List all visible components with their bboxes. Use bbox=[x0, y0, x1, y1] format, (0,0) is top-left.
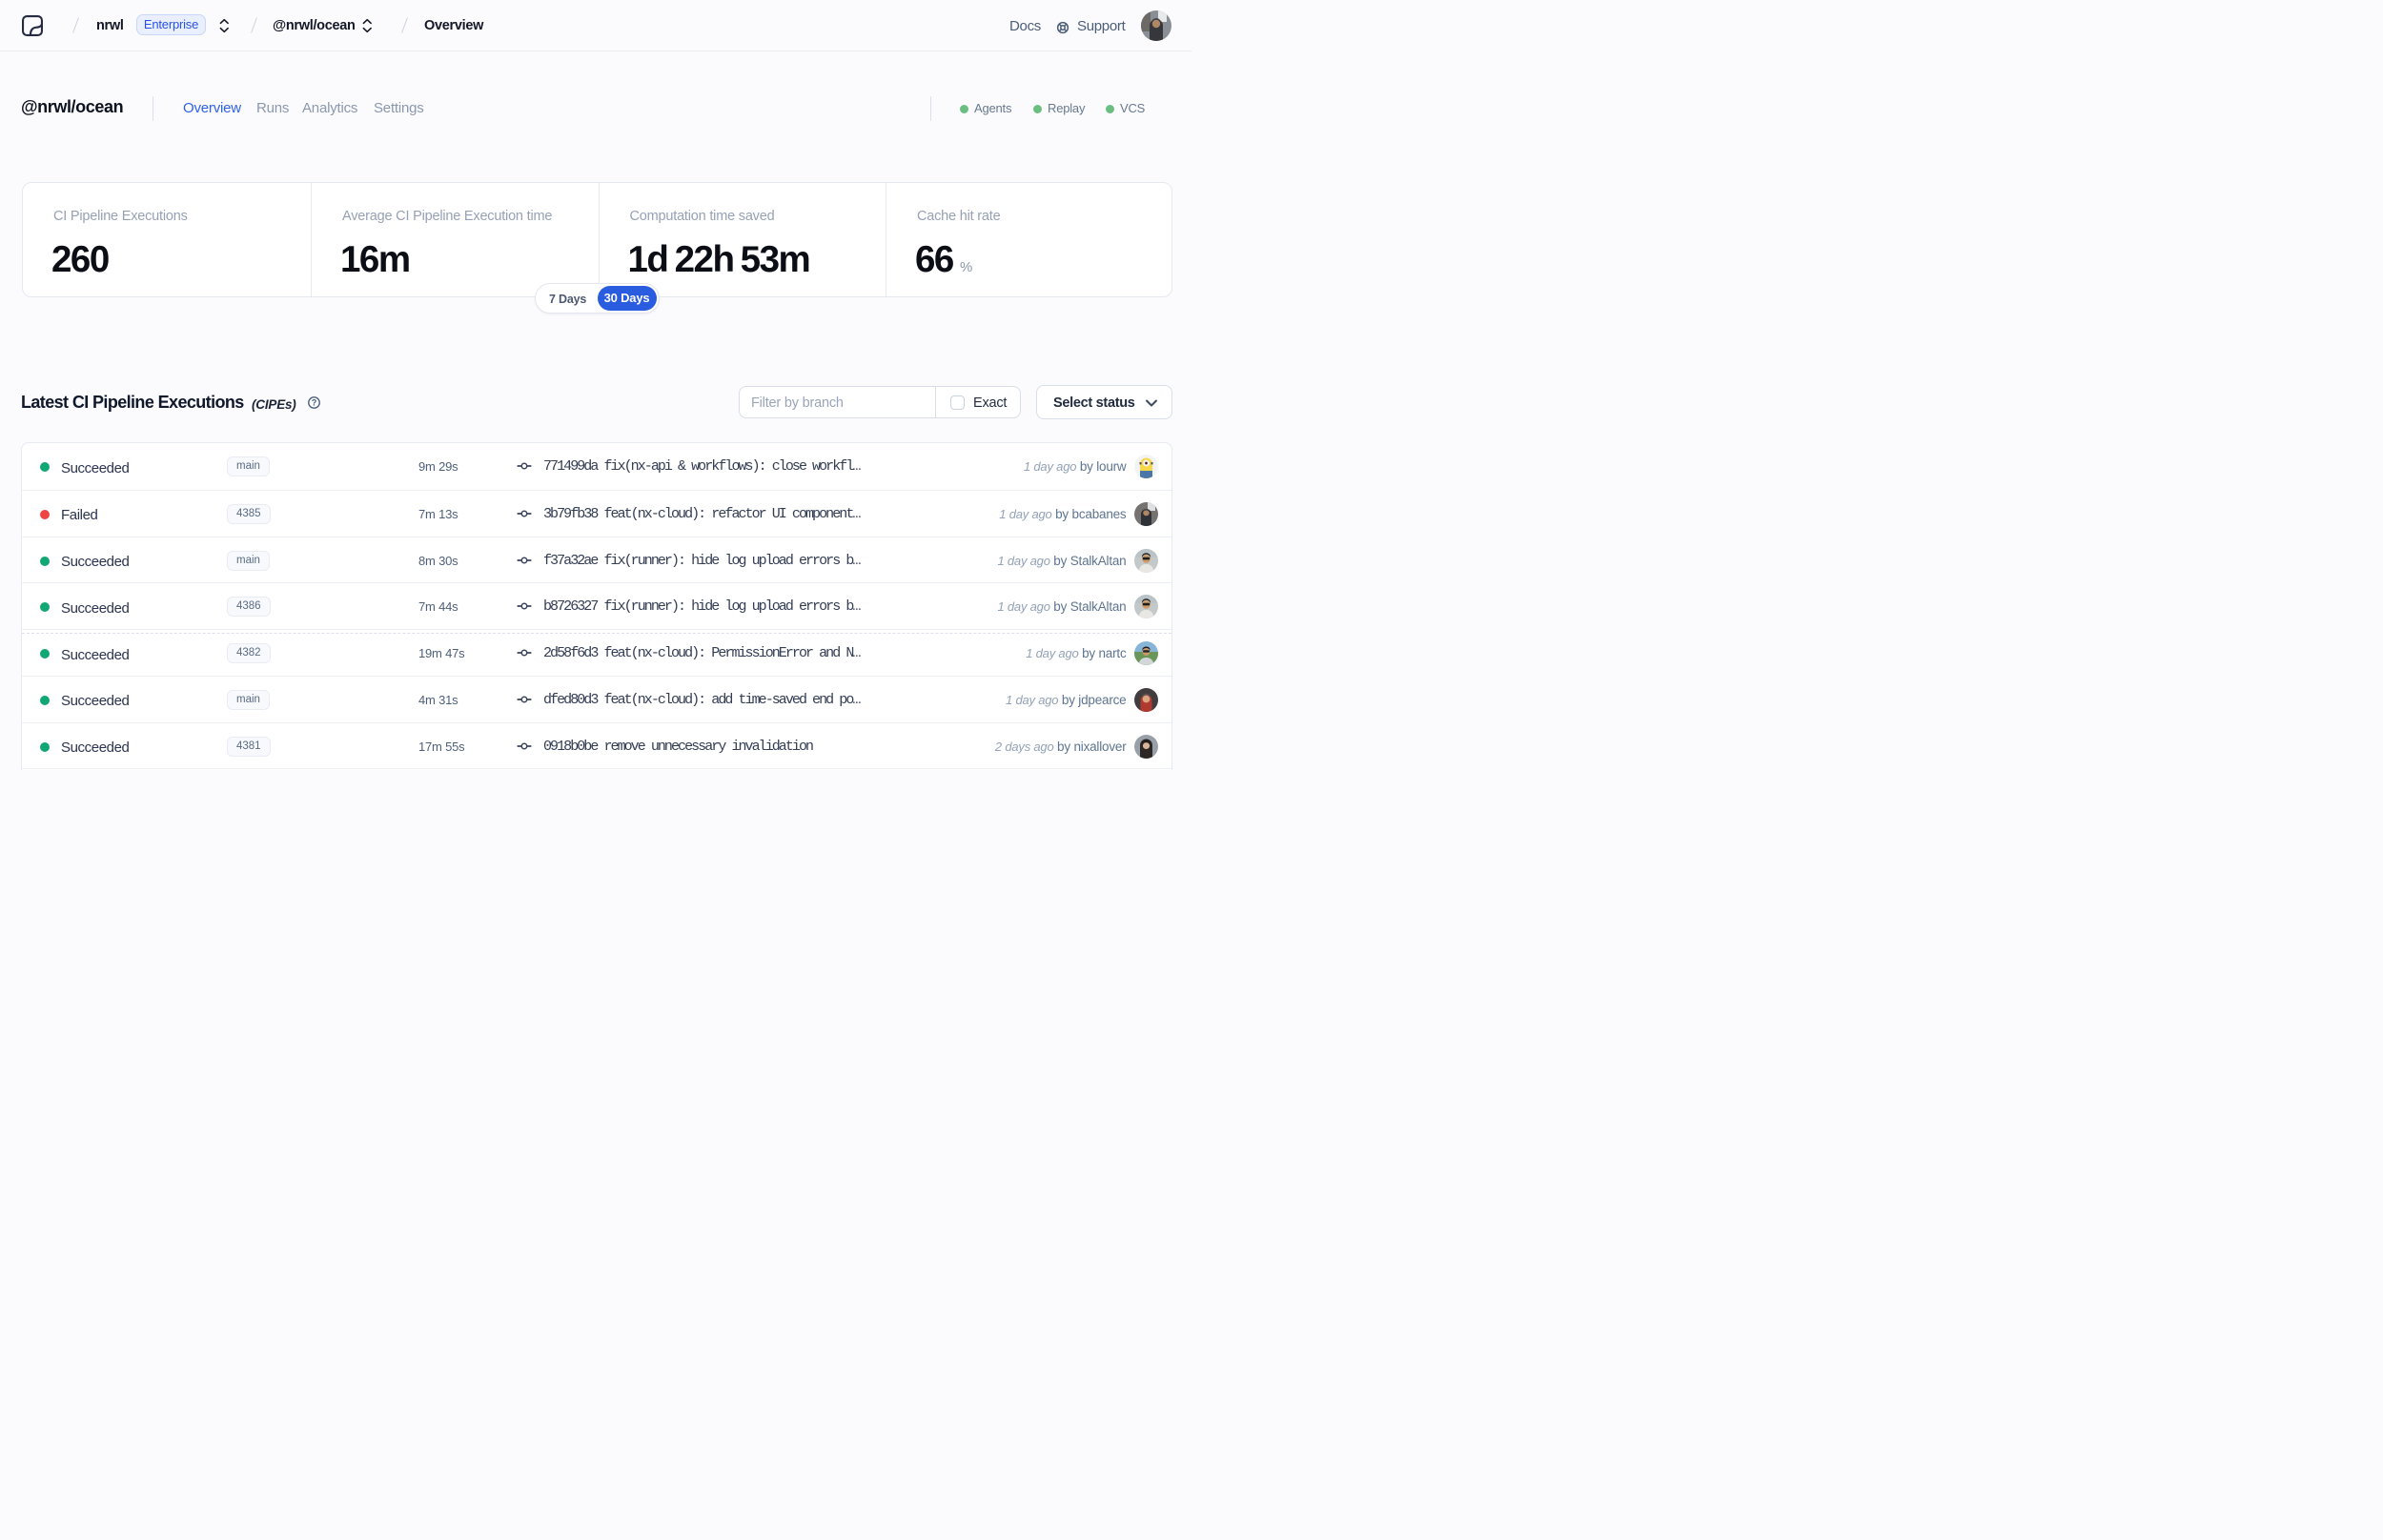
svg-text:?: ? bbox=[312, 398, 316, 408]
